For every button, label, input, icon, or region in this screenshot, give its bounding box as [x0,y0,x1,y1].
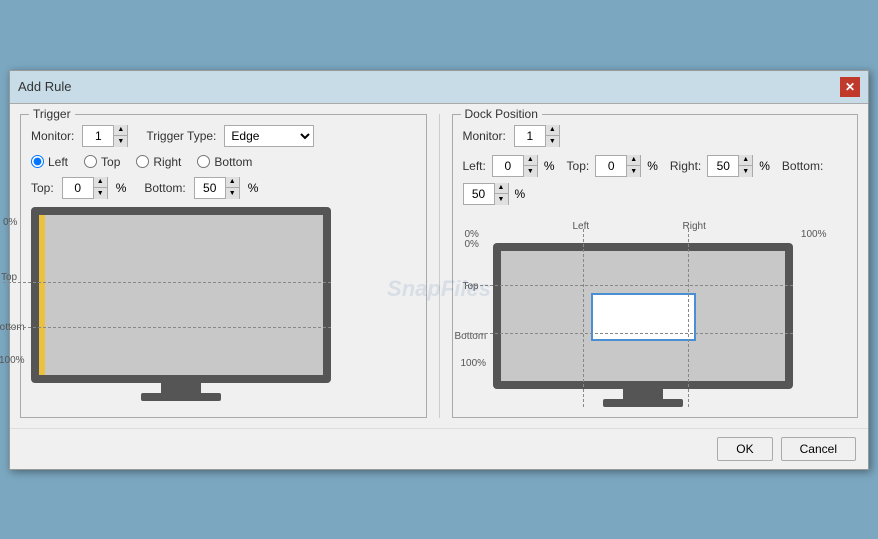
trigger-monitor-spinner[interactable]: ▲ ▼ [82,125,128,147]
ok-button[interactable]: OK [717,437,772,461]
dock-monitor-up[interactable]: ▲ [545,125,559,137]
dock-right-label: Right: [670,159,701,173]
trigger-panel-title: Trigger [29,107,75,121]
trigger-tv-outer [31,207,331,383]
dock-left-up[interactable]: ▲ [523,155,537,167]
dock-label-right: Right [683,221,706,232]
dock-monitor-spinner[interactable]: ▲ ▼ [514,125,560,147]
trigger-bottom-spinner[interactable]: ▲ ▼ [194,177,240,199]
dock-tv-screen [501,251,785,381]
dock-bottom-up[interactable]: ▲ [494,183,508,195]
trigger-monitor-preview: 0% Top Bottom 100% [31,207,416,401]
trigger-yellow-line [39,215,45,375]
trigger-top-dashed-line [3,282,331,283]
dock-bottom-down[interactable]: ▼ [494,194,508,205]
trigger-pct-0: 0% [3,217,17,228]
dock-tv-outer [493,243,793,389]
trigger-top-pct: % [116,181,127,195]
dock-bottom-dashed [465,333,793,334]
trigger-bottom-label: Bottom: [144,181,185,195]
dock-pct-100-bottom: 100% [461,358,487,369]
dock-right-input[interactable] [708,156,738,176]
dock-top-up[interactable]: ▲ [626,155,640,167]
dock-right-pct: % [759,159,770,173]
trigger-bottom-dashed-line [3,327,331,328]
dialog-body: Trigger Monitor: ▲ ▼ Trigger Type: Edge … [10,104,868,428]
panel-divider [439,114,440,418]
trigger-type-select[interactable]: Edge Window Application [224,125,314,147]
title-bar: Add Rule ✕ [10,71,868,104]
dock-bottom-spinner[interactable]: ▲ ▼ [463,183,509,205]
dock-right-up[interactable]: ▲ [738,155,752,167]
trigger-type-label: Trigger Type: [146,129,216,143]
dock-tv-stand [493,389,793,407]
dock-left-input[interactable] [493,156,523,176]
dock-pct-0-top: 0% [465,239,479,250]
dock-left-label: Left: [463,159,486,173]
trigger-bottom-down[interactable]: ▼ [225,188,239,199]
trigger-radio-right[interactable]: Right [136,155,181,169]
close-button[interactable]: ✕ [840,77,860,97]
trigger-monitor-input[interactable] [83,126,113,146]
trigger-monitor-up[interactable]: ▲ [113,125,127,137]
dock-panel-title: Dock Position [461,107,542,121]
trigger-tv-neck [161,383,201,393]
trigger-top-input[interactable] [63,178,93,198]
dock-top-input[interactable] [596,156,626,176]
dock-top-down[interactable]: ▼ [626,166,640,177]
dialog-title: Add Rule [18,79,71,94]
dock-right-spinner[interactable]: ▲ ▼ [707,155,753,177]
trigger-top-label: Top: [31,181,54,195]
dock-right-down[interactable]: ▼ [738,166,752,177]
dock-tv-neck [623,389,663,399]
dock-left-down[interactable]: ▼ [523,166,537,177]
trigger-bottom-up[interactable]: ▲ [225,177,239,189]
dock-tv-base [603,399,683,407]
trigger-pct-100: 100% [0,355,25,366]
dock-top-dashed [465,285,793,286]
trigger-radio-left[interactable]: Left [31,155,68,169]
dock-label-left: Left [573,221,590,232]
trigger-top-bottom-row: Top: ▲ ▼ % Bottom: ▲ ▼ % [31,177,416,199]
dock-label-top: Top [463,281,479,292]
trigger-panel: Trigger Monitor: ▲ ▼ Trigger Type: Edge … [20,114,427,418]
dock-top-pct: % [647,159,658,173]
trigger-tv-screen [39,215,323,375]
dock-panel: Dock Position Monitor: ▲ ▼ Left: [452,114,859,418]
trigger-top-row: Monitor: ▲ ▼ Trigger Type: Edge Window A… [31,125,416,147]
trigger-top-spinner[interactable]: ▲ ▼ [62,177,108,199]
dock-right-dashed [688,229,689,407]
dock-bottom-input[interactable] [464,184,494,204]
dock-pct-100-right: 100% [801,229,827,240]
dock-top-label: Top: [567,159,590,173]
trigger-radio-group: Left Top Right Bottom [31,155,416,169]
dock-left-dashed [583,229,584,407]
trigger-top-down[interactable]: ▼ [93,188,107,199]
trigger-monitor-down[interactable]: ▼ [113,136,127,147]
trigger-top-up[interactable]: ▲ [93,177,107,189]
dock-monitor-input[interactable] [515,126,545,146]
dock-ltrb-row: Left: ▲ ▼ % Top: ▲ ▼ % [463,155,848,205]
trigger-bottom-input[interactable] [195,178,225,198]
trigger-tv-base [141,393,221,401]
dock-top-spinner[interactable]: ▲ ▼ [595,155,641,177]
dock-bottom-pct: % [515,187,526,201]
trigger-radio-top[interactable]: Top [84,155,120,169]
dock-left-spinner[interactable]: ▲ ▼ [492,155,538,177]
trigger-radio-bottom[interactable]: Bottom [197,155,252,169]
cancel-button[interactable]: Cancel [781,437,856,461]
dock-monitor-label: Monitor: [463,129,506,143]
dock-monitor-row: Monitor: ▲ ▼ [463,125,848,147]
trigger-tv-stand [31,383,331,401]
dock-bottom-label: Bottom: [782,159,823,173]
dock-left-pct: % [544,159,555,173]
add-rule-dialog: Add Rule ✕ Trigger Monitor: ▲ ▼ Trigger … [9,70,869,470]
dock-monitor-down[interactable]: ▼ [545,136,559,147]
dialog-footer: OK Cancel [10,428,868,469]
dock-monitor-preview: Left Right 0% 100% 0% Top Bottom 100% [463,213,848,407]
trigger-bottom-pct: % [248,181,259,195]
trigger-monitor-label: Monitor: [31,129,74,143]
